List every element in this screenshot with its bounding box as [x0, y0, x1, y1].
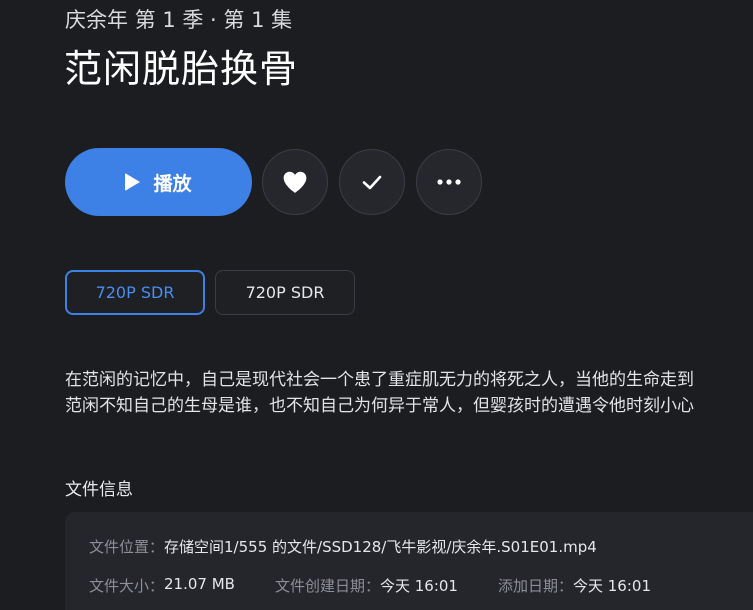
episode-title: 范闲脱胎换骨 [64, 47, 299, 91]
file-location-value: 存储空间1/555 的文件/SSD128/飞牛影视/庆余年.S01E01.mp4 [164, 538, 597, 556]
play-icon [125, 173, 141, 191]
series-episode-subtitle: 庆余年 第 1 季 · 第 1 集 [65, 8, 293, 32]
more-icon [437, 179, 461, 185]
file-location-row: 文件位置： 存储空间1/555 的文件/SSD128/飞牛影视/庆余年.S01E… [89, 536, 597, 557]
more-options-button[interactable] [416, 149, 482, 215]
file-size-label: 文件大小： [89, 577, 165, 595]
description-line-1: 在范闲的记忆中，自己是现代社会一个患了重症肌无力的将死之人，当他的生命走到 [65, 370, 694, 390]
action-bar: 播放 [65, 148, 482, 216]
heart-icon [283, 171, 307, 193]
version-selector: 720P SDR 720P SDR [65, 270, 365, 315]
file-size-value: 21.07 MB [164, 575, 235, 593]
file-size-group: 文件大小： 21.07 MB [89, 575, 235, 596]
file-info-heading: 文件信息 [65, 480, 133, 500]
file-created-group: 文件创建日期： 今天 16:01 [275, 575, 458, 596]
episode-description: 在范闲的记忆中，自己是现代社会一个患了重症肌无力的将死之人，当他的生命走到 范闲… [65, 367, 753, 419]
version-option-2[interactable]: 720P SDR [215, 270, 355, 315]
favorite-button[interactable] [262, 149, 328, 215]
file-added-label: 添加日期： [497, 577, 573, 595]
media-detail-page: 庆余年 第 1 季 · 第 1 集 范闲脱胎换骨 播放 720P SDR 720… [0, 0, 753, 610]
file-location-label: 文件位置： [89, 538, 165, 556]
file-added-value: 今天 16:01 [573, 577, 651, 595]
version-option-1[interactable]: 720P SDR [65, 270, 205, 315]
file-created-value: 今天 16:01 [379, 577, 458, 595]
play-button-label: 播放 [153, 172, 192, 195]
play-button[interactable]: 播放 [65, 148, 252, 216]
file-added-group: 添加日期： 今天 16:01 [498, 575, 651, 596]
file-created-label: 文件创建日期： [274, 577, 380, 595]
check-icon [362, 175, 382, 190]
mark-watched-button[interactable] [339, 149, 405, 215]
file-info-panel: 文件位置： 存储空间1/555 的文件/SSD128/飞牛影视/庆余年.S01E… [65, 512, 753, 610]
description-line-2: 范闲不知自己的生母是谁，也不知自己为何异于常人，但婴孩时的遭遇令他时刻小心 [65, 396, 694, 416]
file-meta-row: 文件大小： 21.07 MB 文件创建日期： 今天 16:01 添加日期： 今天… [89, 575, 651, 596]
